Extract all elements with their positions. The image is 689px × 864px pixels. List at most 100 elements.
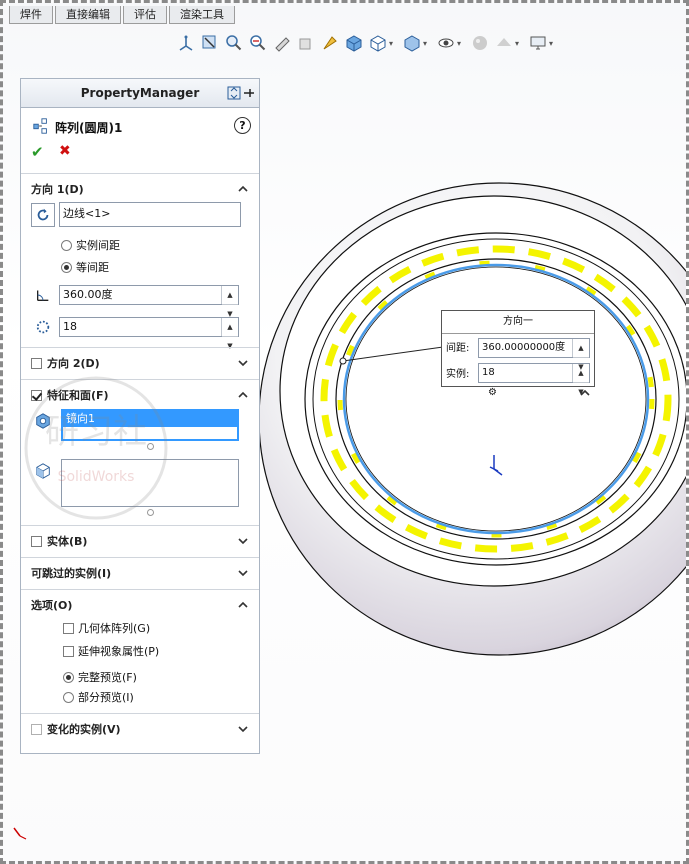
direction2-checkbox[interactable] — [31, 357, 42, 369]
instance-spacing-label: 实例间距 — [76, 239, 120, 252]
callout-instances-value: 18 — [482, 367, 495, 378]
features-list-item[interactable]: 镜向1 — [63, 411, 237, 427]
dynamic-annotation-icon[interactable] — [295, 32, 317, 54]
ok-button[interactable]: ✔ — [31, 143, 44, 161]
direction-callout: 方向一 间距: 360.00000000度 ▲ ▼ 实例: 18 ▲ ▼ — [441, 310, 595, 396]
section-options-header[interactable]: 选项(O) — [21, 589, 259, 620]
propagate-visual-checkbox[interactable] — [63, 645, 74, 657]
section-bodies-header[interactable]: 实体(B) — [21, 525, 259, 556]
chevron-down-icon[interactable] — [237, 535, 249, 547]
instances-input[interactable]: 18 ▲ ▼ — [59, 317, 239, 350]
chevron-down-icon[interactable]: ▾ — [549, 39, 557, 48]
tab-render-tools[interactable]: 渲染工具 — [169, 6, 235, 24]
instances-spinner[interactable]: ▲ ▼ — [221, 318, 238, 350]
angle-spinner[interactable]: ▲ ▼ — [221, 286, 238, 318]
geometry-pattern-label: 几何体阵列(G) — [78, 622, 151, 635]
pattern-axis-value: 边线<1> — [63, 207, 111, 220]
section-features-label: 特征和面(F) — [47, 389, 109, 402]
features-checkbox[interactable] — [31, 389, 42, 401]
tab-evaluate[interactable]: 评估 — [123, 6, 167, 24]
section-varying-header[interactable]: 变化的实例(V) — [21, 713, 259, 744]
chevron-up-icon[interactable] — [237, 183, 249, 195]
faces-to-pattern-icon — [33, 461, 53, 481]
chevron-up-icon[interactable] — [237, 599, 249, 611]
instance-spacing-option[interactable]: 实例间距 — [61, 237, 120, 253]
heads-up-view-toolbar: ▾ ▾ ▾ ▾ ▾ — [175, 31, 561, 55]
rotate-direction-icon[interactable] — [31, 203, 55, 227]
full-preview-label: 完整预览(F) — [78, 671, 137, 684]
chevron-down-icon[interactable] — [237, 567, 249, 579]
previous-view-icon[interactable] — [247, 32, 269, 54]
coordinate-axes-icon — [11, 825, 29, 843]
callout-spacing-input[interactable]: 360.00000000度 ▲ ▼ — [478, 338, 590, 371]
callout-collapse-icon[interactable] — [579, 387, 591, 399]
instance-spacing-radio[interactable] — [61, 239, 72, 251]
chevron-down-icon[interactable] — [237, 357, 249, 369]
varying-checkbox[interactable] — [31, 723, 42, 735]
faces-list[interactable] — [61, 459, 239, 507]
section-options-label: 选项(O) — [31, 599, 73, 612]
circular-pattern-icon — [31, 116, 51, 136]
zoom-to-fit-icon[interactable] — [199, 32, 221, 54]
full-preview-radio[interactable] — [63, 671, 74, 683]
tab-weldments[interactable]: 焊件 — [9, 6, 53, 24]
display-style-icon[interactable] — [367, 32, 389, 54]
section-skip-label: 可跳过的实例(I) — [31, 567, 112, 580]
pin-icon[interactable] — [243, 86, 255, 100]
chevron-down-icon[interactable]: ▾ — [389, 39, 397, 48]
center-face — [345, 266, 647, 532]
propagate-visual-label: 延伸视象属性(P) — [78, 645, 160, 658]
section-varying-label: 变化的实例(V) — [47, 723, 121, 736]
chevron-up-icon[interactable] — [237, 389, 249, 401]
zoom-to-area-icon[interactable] — [223, 32, 245, 54]
bodies-checkbox[interactable] — [31, 535, 42, 547]
view-settings-icon[interactable] — [493, 32, 515, 54]
section-direction1-header[interactable]: 方向 1(D) — [21, 173, 259, 204]
angle-input[interactable]: 360.00度 ▲ ▼ — [59, 285, 239, 318]
callout-spacing-value: 360.00000000度 — [482, 342, 566, 353]
expand-panel-icon[interactable] — [227, 86, 243, 100]
callout-spacing-spinner[interactable]: ▲ ▼ — [572, 339, 589, 371]
pm-header-buttons — [227, 86, 255, 100]
section-direction2-label: 方向 2(D) — [47, 357, 100, 370]
geometry-pattern-checkbox[interactable] — [63, 622, 74, 634]
apply-scene-icon[interactable] — [469, 32, 491, 54]
section-features-header[interactable]: 特征和面(F) — [21, 379, 259, 410]
equal-spacing-radio[interactable] — [61, 261, 72, 273]
cancel-button[interactable]: ✖ — [59, 143, 71, 159]
monitor-icon[interactable] — [527, 32, 549, 54]
callout-instances-input[interactable]: 18 ▲ ▼ — [478, 363, 590, 396]
geometry-pattern-option[interactable]: 几何体阵列(G) — [63, 620, 150, 636]
section-direction2-header[interactable]: 方向 2(D) — [21, 347, 259, 378]
features-list-resize-handle[interactable] — [147, 443, 154, 450]
tab-direct-editing[interactable]: 直接编辑 — [55, 6, 121, 24]
standard-views-icon[interactable] — [343, 32, 365, 54]
property-manager: PropertyManager 阵列(圆周)1 ? ✔ ✖ 方向 1(D) 边线… — [20, 78, 260, 754]
full-preview-option[interactable]: 完整预览(F) — [63, 669, 137, 685]
features-list[interactable]: 镜向1 — [61, 409, 239, 441]
chevron-down-icon[interactable]: ▾ — [457, 39, 465, 48]
angle-value: 360.00度 — [63, 288, 113, 301]
callout-spacing-label: 间距: — [446, 343, 470, 354]
section-view-icon[interactable] — [271, 32, 293, 54]
view-orientation-icon[interactable] — [175, 32, 197, 54]
callout-handle-icon[interactable]: ⚙ — [488, 387, 497, 398]
equal-spacing-option[interactable]: 等间距 — [61, 259, 109, 275]
chevron-down-icon[interactable]: ▾ — [515, 39, 523, 48]
callout-instances-spinner[interactable]: ▲ ▼ — [572, 364, 589, 396]
faces-list-resize-handle[interactable] — [147, 509, 154, 516]
help-icon[interactable]: ? — [234, 117, 251, 134]
partial-preview-option[interactable]: 部分预览(I) — [63, 689, 134, 705]
chevron-down-icon[interactable]: ▾ — [423, 39, 431, 48]
pattern-axis-field[interactable]: 边线<1> — [59, 202, 241, 227]
hide-show-items-icon[interactable] — [401, 32, 423, 54]
propagate-visual-option[interactable]: 延伸视象属性(P) — [63, 643, 159, 659]
partial-preview-radio[interactable] — [63, 691, 74, 703]
section-skip-header[interactable]: 可跳过的实例(I) — [21, 557, 259, 588]
edit-appearance-icon[interactable] — [435, 32, 457, 54]
feature-title: 阵列(圆周)1 — [55, 121, 123, 135]
chevron-down-icon[interactable] — [237, 723, 249, 735]
graphics-area[interactable] — [259, 59, 689, 859]
property-manager-header: PropertyManager — [21, 79, 259, 108]
view-selector-icon[interactable] — [319, 32, 341, 54]
